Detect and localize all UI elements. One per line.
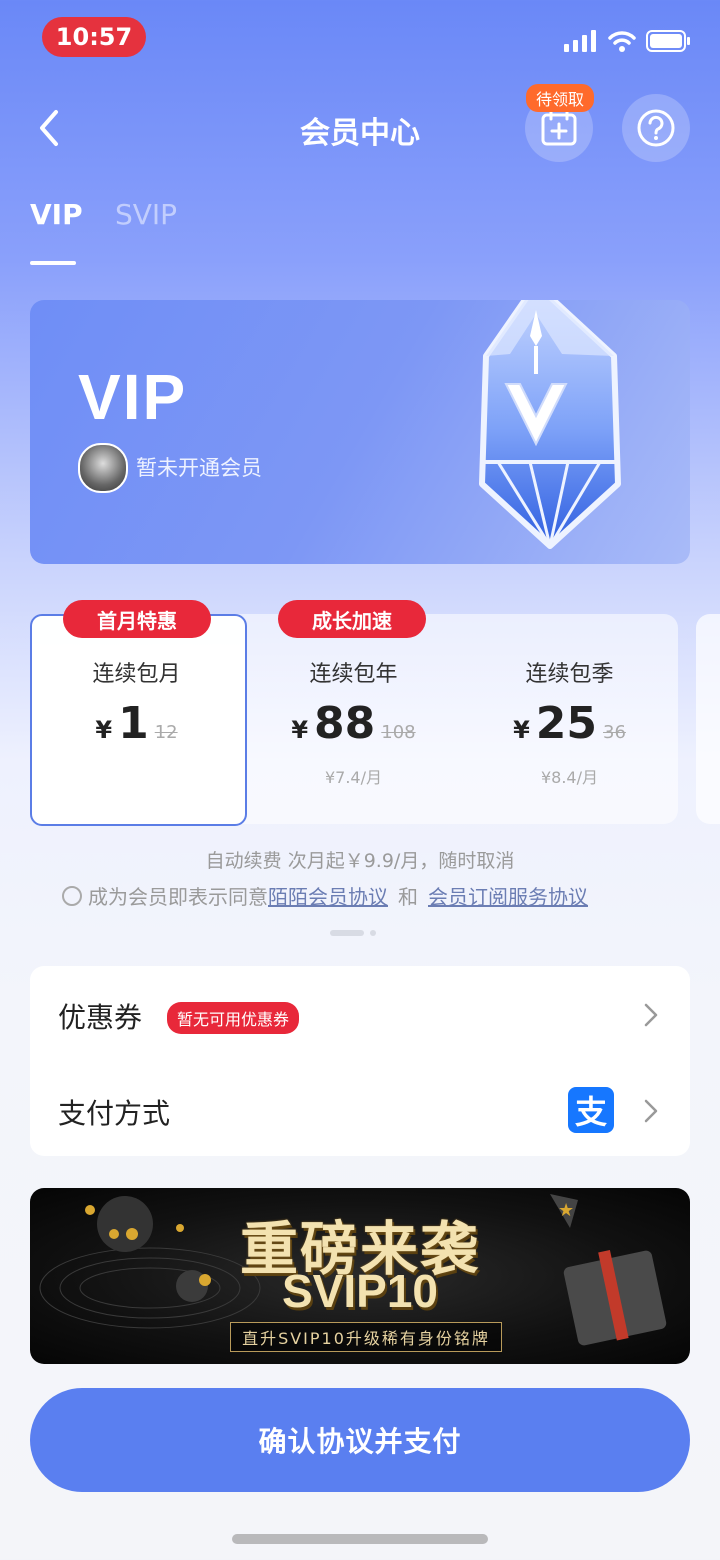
question-icon [637, 109, 675, 147]
signal-icon [564, 30, 596, 52]
plan-price-monthly: ¥1 12 [95, 698, 178, 749]
vip-crystal-icon [479, 300, 621, 549]
tab-svip[interactable]: SVIP [115, 198, 177, 231]
help-button[interactable] [622, 94, 690, 162]
plan-name-monthly: 连续包月 [92, 662, 181, 687]
page-indicator [330, 930, 376, 936]
banner-svip: SVIP10 [282, 1265, 438, 1317]
tab-vip[interactable]: VIP [30, 198, 83, 231]
battery-icon [646, 30, 690, 52]
tab-underline [30, 261, 76, 265]
plan-name-quarterly: 连续包季 [525, 662, 614, 687]
status-time: 10:57 [42, 17, 146, 57]
pending-badge: 待领取 [526, 84, 595, 112]
promo-banner[interactable]: ★ 重磅来袭 SVIP10 直升SVIP10升级稀有身份铭牌 [30, 1188, 690, 1364]
avatar[interactable] [78, 443, 128, 493]
wifi-icon [608, 31, 636, 52]
page-title: 会员中心 [300, 116, 420, 151]
subscription-agreement-link[interactable]: 会员订阅服务协议 [428, 881, 588, 910]
plan-price-yearly: ¥88 108 [291, 698, 416, 749]
plan-price-quarterly: ¥25 36 [513, 698, 626, 749]
payment-row[interactable] [30, 1062, 690, 1156]
plan-card-partial[interactable] [696, 614, 720, 824]
agreement-row: 成为会员即表示同意 陌陌会员协议 和 会员订阅服务协议 [62, 881, 588, 910]
member-agreement-link[interactable]: 陌陌会员协议 [268, 881, 388, 910]
status-icons [564, 30, 692, 52]
home-indicator[interactable] [232, 1534, 488, 1544]
plan-monthly-equivalent-quarterly: ¥8.4/月 [540, 768, 599, 787]
vip-card-title: VIP [78, 361, 188, 433]
plan-monthly-equivalent-yearly: ¥7.4/月 [324, 768, 383, 787]
renewal-note: 自动续费 次月起￥9.9/月，随时取消 [205, 850, 515, 872]
agree-and: 和 [398, 885, 418, 909]
confirm-pay-button[interactable]: 确认协议并支付 [30, 1388, 690, 1492]
plan-name-yearly: 连续包年 [309, 662, 398, 687]
chevron-right-icon [644, 1003, 658, 1027]
coupon-row[interactable] [30, 966, 690, 1061]
membership-status: 暂未开通会员 [136, 456, 262, 480]
agree-prefix: 成为会员即表示同意 [88, 885, 268, 909]
plan-badge-monthly: 首月特惠 [63, 600, 211, 638]
calendar-add-icon [541, 109, 577, 146]
agree-radio[interactable] [62, 885, 82, 906]
chevron-right-icon [644, 1099, 658, 1123]
banner-subtitle: 直升SVIP10升级稀有身份铭牌 [230, 1322, 502, 1352]
